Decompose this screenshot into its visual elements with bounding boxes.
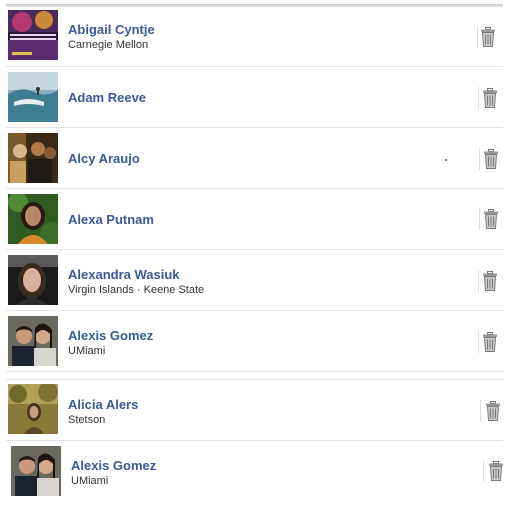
friend-network: Stetson — [68, 414, 106, 426]
friend-network: Virgin Islands · Keene State — [68, 284, 205, 296]
row-divider — [6, 371, 503, 372]
friend-avatar[interactable] — [8, 133, 58, 183]
friends-list-panel: Abigail Cyntje Carnegie Mellon Adam Reev… — [0, 0, 515, 509]
friend-name-link[interactable]: Alexa Putnam — [68, 212, 154, 227]
friend-name-link[interactable]: Alexandra Wasiuk — [68, 267, 180, 282]
friend-network: UMiami — [71, 475, 109, 487]
trash-icon[interactable] — [488, 461, 504, 481]
friend-network: Carnegie Mellon — [68, 39, 149, 51]
row-divider — [6, 379, 503, 380]
friend-name-link[interactable]: Alexis Gomez — [71, 458, 156, 473]
row-divider — [6, 66, 503, 67]
action-separator — [479, 148, 480, 170]
trash-icon[interactable] — [483, 149, 499, 169]
action-separator — [479, 208, 480, 230]
action-separator — [478, 87, 479, 109]
stray-dot — [445, 159, 447, 161]
action-separator — [478, 270, 479, 292]
action-separator — [478, 331, 479, 353]
friend-network: UMiami — [68, 345, 106, 357]
trash-icon[interactable] — [485, 401, 501, 421]
friend-name-link[interactable]: Alcy Araujo — [68, 151, 140, 166]
trash-icon[interactable] — [480, 27, 496, 47]
action-separator — [477, 26, 478, 48]
row-divider — [6, 188, 503, 189]
friend-avatar[interactable] — [8, 194, 58, 244]
action-separator — [483, 460, 484, 482]
trash-icon[interactable] — [483, 209, 499, 229]
trash-icon[interactable] — [482, 88, 498, 108]
action-separator — [480, 400, 481, 422]
friend-name-link[interactable]: Abigail Cyntje — [68, 22, 155, 37]
friend-avatar[interactable] — [8, 10, 58, 60]
friend-avatar[interactable] — [8, 316, 58, 366]
friend-avatar[interactable] — [8, 72, 58, 122]
row-divider — [6, 127, 503, 128]
friend-avatar[interactable] — [11, 446, 61, 496]
row-divider — [6, 310, 503, 311]
friend-name-link[interactable]: Adam Reeve — [68, 90, 146, 105]
row-divider — [6, 249, 503, 250]
friend-name-link[interactable]: Alexis Gomez — [68, 328, 153, 343]
trash-icon[interactable] — [482, 271, 498, 291]
top-divider — [6, 4, 503, 7]
trash-icon[interactable] — [482, 332, 498, 352]
friend-avatar[interactable] — [8, 384, 58, 434]
friend-name-link[interactable]: Alicia Alers — [68, 397, 138, 412]
row-divider — [6, 440, 503, 441]
friend-avatar[interactable] — [8, 255, 58, 305]
